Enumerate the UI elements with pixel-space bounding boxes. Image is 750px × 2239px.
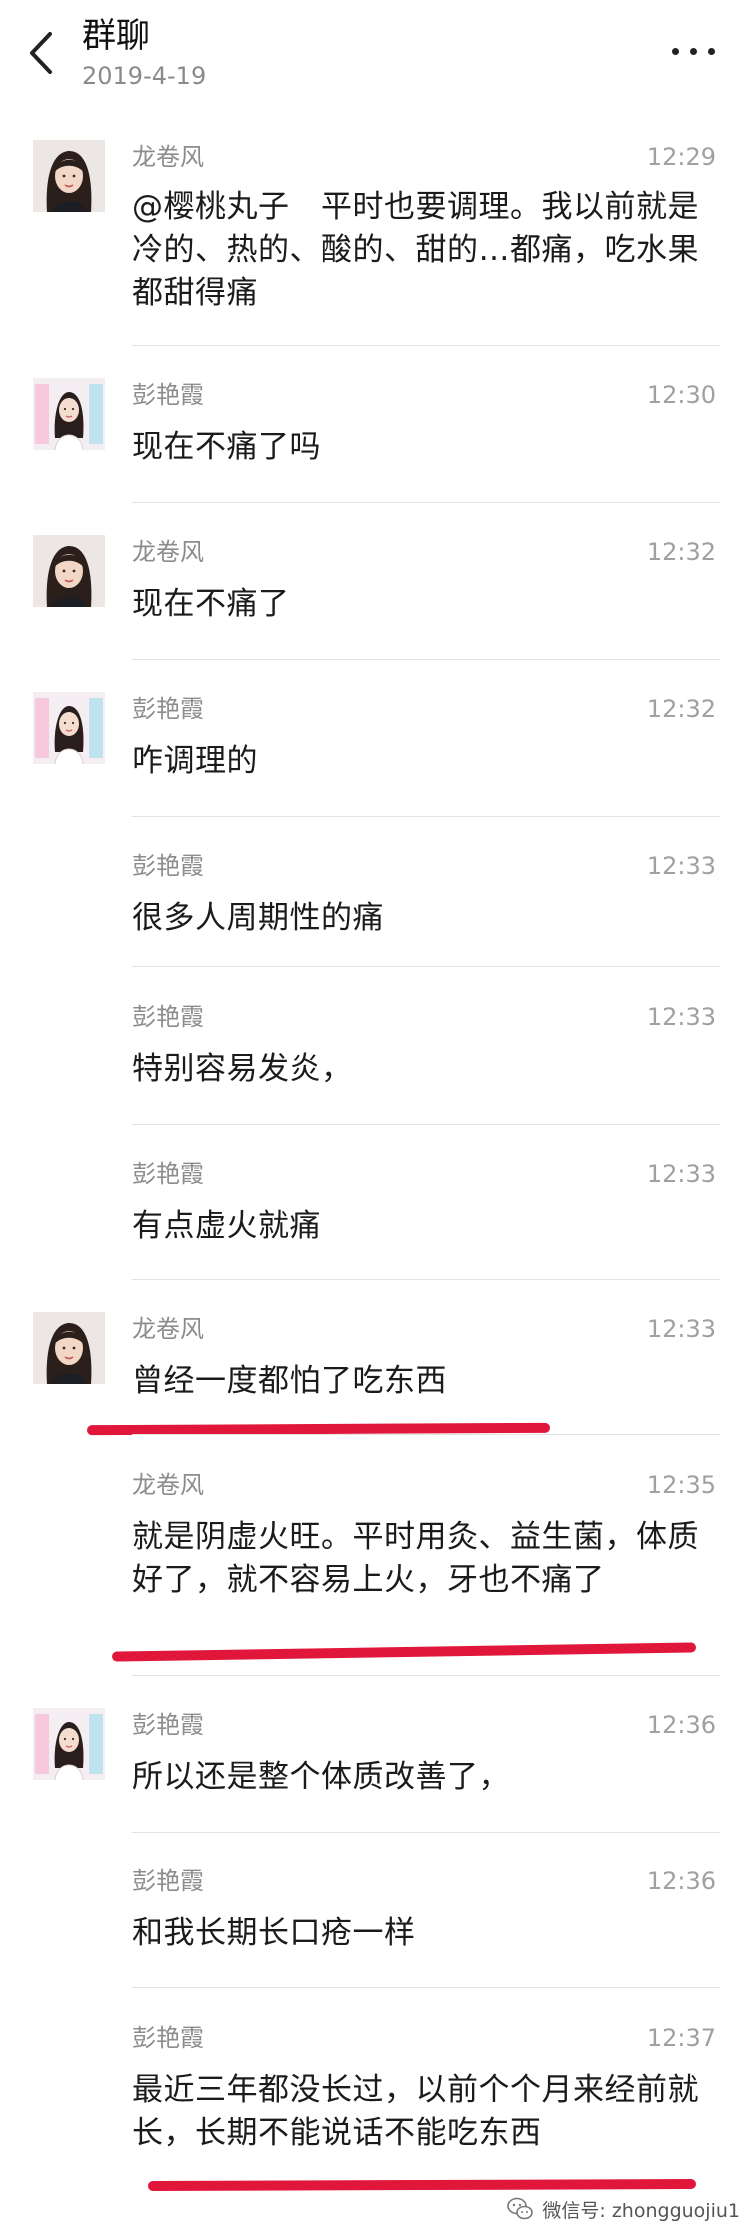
message-divider [132, 1987, 720, 1988]
avatar-pengyanxia[interactable] [33, 1708, 105, 1780]
more-dot-icon [708, 48, 715, 55]
more-options-button[interactable] [670, 36, 720, 66]
more-dot-icon [690, 48, 697, 55]
back-button[interactable] [22, 28, 62, 78]
sender-name: 彭艳霞 [132, 2024, 204, 2052]
chat-title: 群聊 [82, 16, 150, 56]
message-time: 12:32 [646, 695, 716, 723]
message-text: 就是阴虚火旺。平时用灸、益生菌，体质好了，就不容易上火，牙也不痛了 [132, 1519, 699, 1598]
message-time: 12:37 [646, 2024, 716, 2052]
chat-date: 2019-4-19 [82, 62, 207, 90]
portrait-icon [33, 535, 105, 607]
sender-name: 彭艳霞 [132, 1711, 204, 1739]
message-time: 12:36 [646, 1867, 716, 1895]
message-text: 现在不痛了 [132, 586, 290, 622]
message-text: 特别容易发炎， [132, 1051, 353, 1087]
message-divider [132, 966, 720, 967]
avatar-pengyanxia[interactable] [33, 378, 105, 450]
sender-name: 龙卷风 [132, 143, 204, 171]
message-text: @樱桃丸子 平时也要调理。我以前就是冷的、热的、酸的、甜的…都痛，吃水果都甜得痛 [132, 189, 699, 311]
highlight-underline [111, 1642, 697, 1662]
avatar-longjuanfeng[interactable] [33, 1312, 105, 1384]
message-divider [132, 1124, 720, 1125]
chevron-left-icon [30, 32, 52, 74]
portrait-icon [33, 1312, 105, 1384]
sender-name: 龙卷风 [132, 1471, 204, 1499]
message-divider [132, 816, 720, 817]
portrait-icon [33, 140, 105, 212]
message-text: 曾经一度都怕了吃东西 [132, 1363, 447, 1399]
message-time: 12:36 [646, 1711, 716, 1739]
watermark-text: 微信号: zhongguojiu1 [542, 2199, 740, 2222]
message-time: 12:33 [646, 1003, 716, 1031]
message-divider [132, 1279, 720, 1280]
message-time: 12:30 [646, 381, 716, 409]
message-divider [132, 502, 720, 503]
portrait-icon [33, 378, 105, 450]
avatar-pengyanxia[interactable] [33, 692, 105, 764]
sender-name: 龙卷风 [132, 1315, 204, 1343]
sender-name: 彭艳霞 [132, 852, 204, 880]
message-text: 现在不痛了吗 [132, 429, 321, 465]
watermark: 微信号: zhongguojiu1 [506, 2191, 740, 2227]
message-text: 最近三年都没长过，以前个个月来经前就长，长期不能说话不能吃东西 [132, 2072, 699, 2151]
chat-header: 群聊 2019-4-19 [0, 0, 750, 110]
avatar-longjuanfeng[interactable] [33, 535, 105, 607]
message-time: 12:32 [646, 538, 716, 566]
message-divider [132, 1675, 720, 1676]
message-time: 12:33 [646, 1160, 716, 1188]
sender-name: 彭艳霞 [132, 1003, 204, 1031]
sender-name: 龙卷风 [132, 538, 204, 566]
message-text: 所以还是整个体质改善了， [132, 1759, 510, 1795]
message-time: 12:29 [646, 143, 716, 171]
sender-name: 彭艳霞 [132, 1160, 204, 1188]
sender-name: 彭艳霞 [132, 695, 204, 723]
message-divider [132, 345, 720, 346]
message-time: 12:33 [646, 1315, 716, 1343]
more-dot-icon [672, 48, 679, 55]
message-time: 12:35 [646, 1471, 716, 1499]
wechat-icon [507, 2197, 534, 2220]
message-text: 和我长期长口疮一样 [132, 1915, 416, 1951]
sender-name: 彭艳霞 [132, 381, 204, 409]
message-divider [132, 1434, 720, 1435]
message-text: 咋调理的 [132, 743, 258, 779]
message-time: 12:33 [646, 852, 716, 880]
message-text: 有点虚火就痛 [132, 1208, 321, 1244]
sender-name: 彭艳霞 [132, 1867, 204, 1895]
message-text: 很多人周期性的痛 [132, 900, 384, 936]
message-divider [132, 1832, 720, 1833]
highlight-underline [147, 2179, 697, 2191]
avatar-longjuanfeng[interactable] [33, 140, 105, 212]
portrait-icon [33, 1708, 105, 1780]
portrait-icon [33, 692, 105, 764]
message-divider [132, 659, 720, 660]
